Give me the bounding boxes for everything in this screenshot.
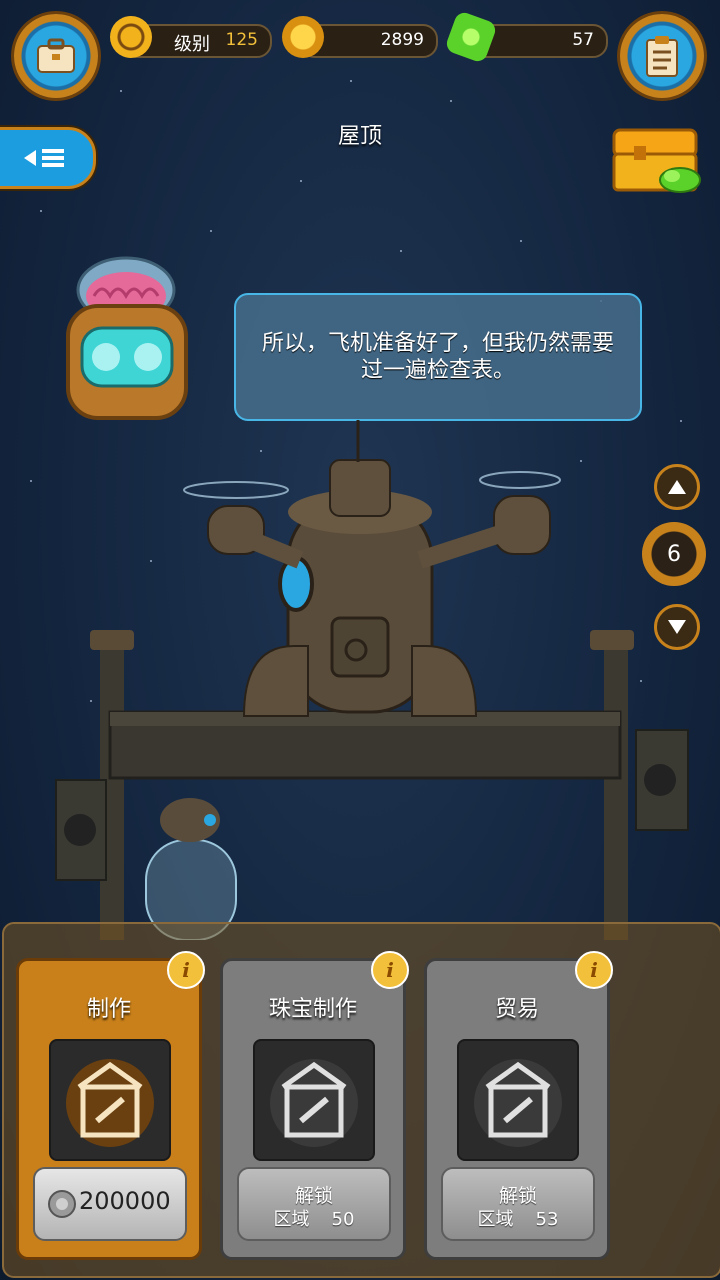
crafting-title: 制作 (86, 997, 131, 1022)
toolbox-icon (34, 34, 78, 78)
crafting-price: 200000 (79, 1187, 171, 1215)
trade-unlock-button[interactable]: 解锁 区域 53 (441, 1167, 595, 1241)
trade-card[interactable]: i 贸易 解锁 区域 53 (424, 951, 613, 1260)
jewelry-area-label: 区域 (273, 1209, 310, 1230)
jewelry-unlock-label: 解锁 (294, 1185, 333, 1207)
jewelry-crafting-title: 珠宝制作 (268, 997, 357, 1022)
jewelry-unlock-area: 区域 50 (239, 1205, 389, 1231)
trade-unlock-label: 解锁 (498, 1185, 537, 1207)
coin-icon (282, 16, 324, 58)
trade-area-label: 区域 (477, 1209, 514, 1230)
trade-title: 贸易 (494, 997, 539, 1022)
treasure-chest-icon (612, 128, 701, 193)
coins-value: 2899 (380, 30, 424, 50)
clipboard-icon (640, 34, 684, 78)
dialog-bubble: 所以，飞机准备好了，但我仍然需要过一遍检查表。 (234, 293, 642, 421)
trade-info-button[interactable]: i (575, 951, 613, 989)
jewelry-info-button[interactable]: i (371, 951, 409, 989)
flying-machine-scene (55, 420, 689, 940)
crafting-buy-button[interactable]: 200000 (33, 1167, 187, 1241)
toolbox-button[interactable] (14, 14, 98, 98)
workshop-icon (49, 1039, 171, 1161)
checklist-button[interactable] (620, 14, 704, 98)
silver-coin-icon (48, 1190, 76, 1218)
workshop-icon (253, 1039, 375, 1161)
jewelry-unlock-button[interactable]: 解锁 区域 50 (237, 1167, 391, 1241)
level-label: 级别 (174, 34, 210, 55)
crafting-info-button[interactable]: i (167, 951, 205, 989)
workshop-icon (457, 1039, 579, 1161)
level-gear-icon (110, 16, 152, 58)
gems-value: 57 (572, 30, 594, 50)
jewelry-crafting-card[interactable]: i 珠宝制作 解锁 区域 50 (220, 951, 409, 1260)
trade-area-number: 53 (535, 1209, 559, 1230)
robot-character (62, 256, 192, 426)
crafting-card[interactable]: i 制作 200000 (16, 951, 205, 1260)
dialog-text: 所以，飞机准备好了，但我仍然需要过一遍检查表。 (261, 331, 614, 383)
treasure-chest-button[interactable] (610, 124, 702, 196)
trade-unlock-area: 区域 53 (443, 1205, 593, 1231)
jewelry-area-number: 50 (331, 1209, 355, 1230)
level-value: 125 (225, 30, 258, 50)
